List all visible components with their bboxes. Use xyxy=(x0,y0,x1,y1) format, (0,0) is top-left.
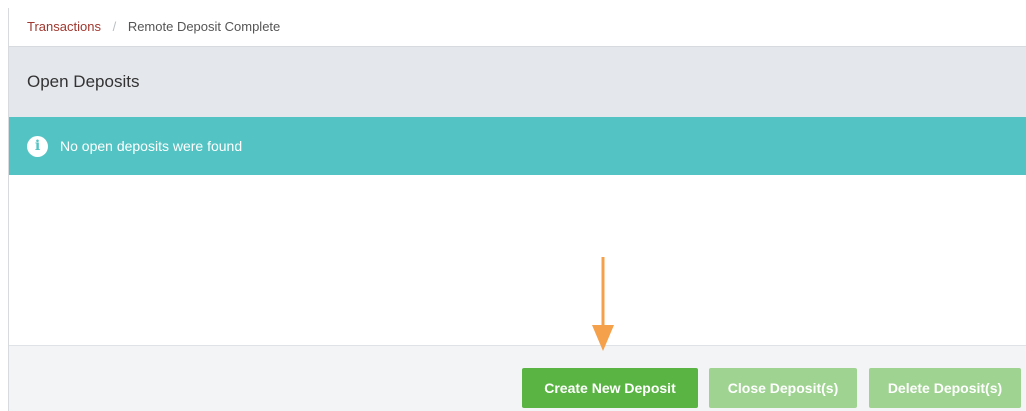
close-deposits-button[interactable]: Close Deposit(s) xyxy=(709,368,857,408)
annotation-arrow-icon xyxy=(592,257,614,351)
create-new-deposit-button[interactable]: Create New Deposit xyxy=(522,368,698,408)
delete-deposits-button[interactable]: Delete Deposit(s) xyxy=(869,368,1021,408)
breadcrumb-current: Remote Deposit Complete xyxy=(127,19,281,34)
breadcrumb-separator: / xyxy=(112,19,117,34)
breadcrumb-link-transactions[interactable]: Transactions xyxy=(27,19,101,34)
panel-title: Open Deposits xyxy=(27,72,140,91)
deposits-content-area xyxy=(9,175,1026,345)
info-alert: i No open deposits were found xyxy=(9,117,1026,175)
alert-message: No open deposits were found xyxy=(60,138,243,154)
panel-header: Open Deposits xyxy=(9,46,1026,117)
info-icon: i xyxy=(27,135,48,157)
action-footer: Create New Deposit Close Deposit(s) Dele… xyxy=(9,345,1026,411)
page-frame: Transactions / Remote Deposit Complete O… xyxy=(8,8,1026,411)
breadcrumb: Transactions / Remote Deposit Complete xyxy=(9,8,1026,46)
